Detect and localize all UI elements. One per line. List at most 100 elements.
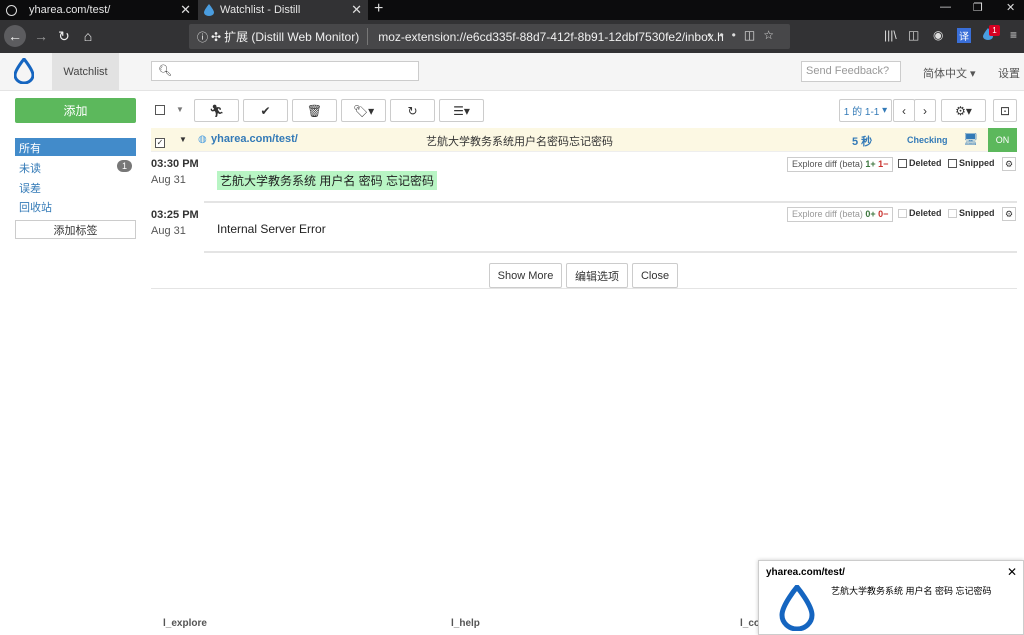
settings-link[interactable]: 设置: [998, 65, 1020, 81]
feedback-input[interactable]: Send Feedback?: [801, 61, 901, 82]
back-icon[interactable]: ←: [4, 25, 26, 47]
change-date: Aug 31: [151, 225, 186, 237]
pagination-dropdown[interactable]: 1 的 1-1 ▾: [839, 99, 892, 122]
browser-tab-1[interactable]: yharea.com/test/ ✕: [0, 0, 197, 20]
close-window-icon[interactable]: ✕: [1006, 1, 1015, 14]
check-interval[interactable]: 5 秒: [852, 133, 872, 149]
sidebar-item-trash[interactable]: 回收站: [15, 197, 136, 215]
restore-icon[interactable]: ❐: [973, 1, 983, 14]
sidebar-item-all[interactable]: 所有: [15, 138, 136, 156]
gear-icon[interactable]: ⚙: [1002, 207, 1016, 221]
more-icon[interactable]: •••: [707, 28, 744, 42]
explore-diff-button[interactable]: Explore diff (beta) 1+ 1−: [787, 157, 894, 172]
sidebar-item-label: 所有: [19, 143, 41, 155]
close-tab-icon[interactable]: ✕: [351, 2, 362, 18]
add-button[interactable]: 添加: [15, 98, 136, 123]
mark-read-button[interactable]: ✔: [243, 99, 288, 122]
distill-logo-icon[interactable]: [13, 56, 35, 87]
add-label-button[interactable]: 添加标签: [15, 220, 136, 239]
row-checkbox[interactable]: ✓: [155, 134, 165, 148]
watch-url[interactable]: yharea.com/test/: [211, 133, 298, 145]
next-page-button[interactable]: ›: [914, 99, 936, 122]
footer-link-help[interactable]: l_help: [451, 618, 480, 629]
translate-icon[interactable]: 译: [957, 28, 971, 43]
explore-diff-button[interactable]: Explore diff (beta) 0+ 0−: [787, 207, 894, 222]
deletions-count: 1−: [878, 159, 889, 169]
divider: [151, 288, 1017, 289]
change-entry[interactable]: 艺航大学教务系统 用户名 密码 忘记密码 Explore diff (beta)…: [204, 155, 1017, 203]
sidebar-item-errors[interactable]: 误差: [15, 178, 136, 196]
select-dropdown-icon[interactable]: ▼: [176, 105, 184, 114]
home-icon[interactable]: ⌂: [77, 25, 99, 47]
show-more-button[interactable]: Show More: [489, 263, 562, 288]
library-icon[interactable]: |||\: [884, 28, 897, 42]
sidebar-icon[interactable]: ◫: [908, 28, 919, 42]
extension-identity[interactable]: ⓘ ✣ 扩展 (Distill Web Monitor): [189, 28, 369, 45]
snipped-toggle[interactable]: Snipped: [948, 158, 995, 168]
monitor-icon[interactable]: 🖥︎: [963, 132, 978, 146]
puzzle-icon: ✣: [211, 29, 222, 44]
watch-row[interactable]: ✓ ▼ ◍ yharea.com/test/ 艺航大学教务系统用户名密码忘记密码…: [151, 128, 1017, 152]
delete-button[interactable]: 🗑︎: [292, 99, 337, 122]
refresh-button[interactable]: ↻: [390, 99, 435, 122]
change-entry[interactable]: Internal Server Error Explore diff (beta…: [204, 205, 1017, 253]
notification-title: yharea.com/test/: [766, 567, 845, 578]
change-time: 03:25 PM: [151, 209, 199, 221]
tab-title: Watchlist - Distill: [220, 4, 301, 16]
url-text[interactable]: moz-extension://e6cd335f-88d7-412f-8b91-…: [368, 30, 724, 44]
new-tab-icon[interactable]: +: [374, 0, 383, 18]
explore-label: Explore diff (beta): [792, 159, 863, 169]
footer-link-explore[interactable]: l_explore: [163, 618, 207, 629]
close-tab-icon[interactable]: ✕: [180, 2, 191, 18]
bookmark-star-icon[interactable]: ☆: [763, 28, 782, 42]
sidebar-item-unread[interactable]: 未读 1: [15, 158, 136, 176]
settings-dropdown-button[interactable]: ⚙▾: [941, 99, 986, 122]
list-menu-button[interactable]: ☰▾: [439, 99, 484, 122]
forward-icon[interactable]: →: [30, 25, 52, 47]
tab-watchlist[interactable]: Watchlist: [52, 53, 119, 91]
snipped-toggle[interactable]: Snipped: [948, 208, 995, 218]
running-icon: 🏃︎: [208, 103, 225, 118]
footer-link-co[interactable]: l_co: [740, 618, 760, 629]
list-icon: ☰▾: [453, 103, 470, 118]
collapse-button[interactable]: ⊡: [993, 99, 1017, 122]
select-all-checkbox[interactable]: [155, 104, 165, 118]
notification-body: 艺航大学教务系统 用户名 密码 忘记密码: [831, 586, 992, 596]
menu-icon[interactable]: ≡: [1010, 28, 1017, 42]
run-now-button[interactable]: 🏃︎: [194, 99, 239, 122]
language-dropdown[interactable]: 简体中文 ▾: [923, 65, 976, 81]
gear-icon: ⚙▾: [955, 103, 972, 118]
sidebar-item-label: 误差: [19, 183, 41, 195]
pocket-icon[interactable]: ◫: [744, 28, 763, 42]
reload-icon[interactable]: ↻: [53, 25, 75, 47]
browser-tab-2[interactable]: Watchlist - Distill ✕: [198, 0, 368, 20]
edit-options-button[interactable]: 编辑选项: [566, 263, 628, 288]
globe-icon: ◍: [198, 134, 207, 145]
search-input[interactable]: 🔍︎: [151, 61, 419, 81]
deleted-toggle[interactable]: Deleted: [898, 158, 942, 168]
minimize-icon[interactable]: —: [940, 1, 951, 13]
close-icon[interactable]: ✕: [1007, 565, 1017, 579]
url-bar[interactable]: ⓘ ✣ 扩展 (Distill Web Monitor) moz-extensi…: [189, 24, 790, 49]
close-button[interactable]: Close: [632, 263, 678, 288]
additions-count: 1+: [865, 159, 876, 169]
chevron-left-icon: ‹: [902, 103, 906, 118]
account-icon[interactable]: ◉: [933, 28, 943, 42]
app-header: Watchlist 🔍︎ Send Feedback? 简体中文 ▾ 设置: [0, 53, 1024, 91]
refresh-icon: ↻: [407, 103, 418, 118]
tags-button[interactable]: 🏷︎▾: [341, 99, 386, 122]
drop-icon: [204, 4, 214, 16]
sidebar-item-label: 未读: [19, 163, 41, 175]
desktop-notification[interactable]: yharea.com/test/ ✕ 艺航大学教务系统 用户名 密码 忘记密码: [758, 560, 1024, 635]
snipped-label: Snipped: [959, 158, 995, 168]
gear-icon[interactable]: ⚙: [1002, 157, 1016, 171]
prev-page-button[interactable]: ‹: [893, 99, 915, 122]
watch-title[interactable]: 艺航大学教务系统用户名密码忘记密码: [426, 133, 613, 149]
deleted-toggle[interactable]: Deleted: [898, 208, 942, 218]
on-toggle[interactable]: ON: [988, 128, 1017, 152]
expand-icon[interactable]: ▼: [179, 135, 187, 144]
deleted-label: Deleted: [909, 158, 942, 168]
change-time: 03:30 PM: [151, 158, 199, 170]
tab-title: yharea.com/test/: [29, 4, 111, 16]
change-date: Aug 31: [151, 174, 186, 186]
